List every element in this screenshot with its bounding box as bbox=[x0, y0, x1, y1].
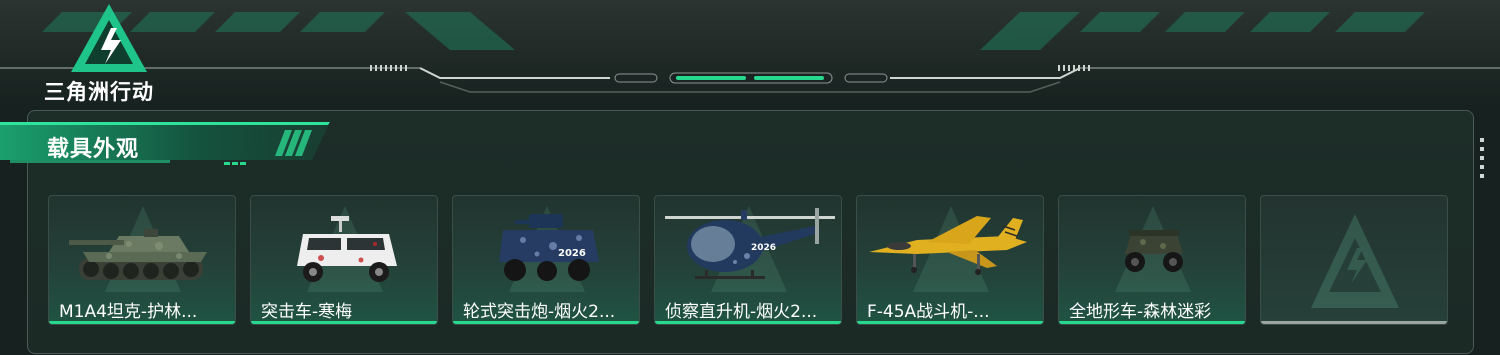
game-logo: 三角洲行动 bbox=[44, 2, 184, 104]
empty-slot-icon bbox=[1311, 214, 1399, 308]
vehicle-card-label: M1A4坦克-护林... bbox=[59, 302, 198, 322]
header-decoration bbox=[0, 12, 1500, 93]
svg-text:2026: 2026 bbox=[751, 243, 776, 253]
rarity-bar bbox=[453, 321, 639, 324]
wheeled-gun-icon: 2026 bbox=[499, 214, 599, 281]
atv-icon bbox=[1125, 230, 1183, 272]
vehicle-card-label: 全地形车-森林迷彩 bbox=[1069, 302, 1212, 322]
delta-logo-icon bbox=[71, 4, 147, 72]
rarity-bar bbox=[655, 321, 841, 324]
empty-slot-bar bbox=[1261, 321, 1447, 324]
svg-text:2026: 2026 bbox=[558, 248, 586, 259]
vehicle-card-label: 轮式突击炮-烟火2... bbox=[463, 302, 616, 322]
vehicle-card[interactable]: 2026 侦察直升机-烟火2... bbox=[654, 195, 842, 325]
rarity-bar bbox=[251, 321, 437, 324]
assault-vehicle-icon bbox=[297, 216, 397, 282]
header-bar: 三角洲行动 bbox=[0, 0, 1500, 108]
rarity-bar bbox=[857, 321, 1043, 324]
logo-text: 三角洲行动 bbox=[44, 80, 154, 104]
tank-icon bbox=[69, 229, 207, 280]
rarity-bar bbox=[1059, 321, 1245, 324]
rarity-bar bbox=[49, 321, 235, 324]
vehicle-card-list: M1A4坦克-护林... 突击车-寒梅 2026 轮式突击炮-烟火2... 20… bbox=[48, 195, 1450, 325]
vehicle-card[interactable]: 全地形车-森林迷彩 bbox=[1058, 195, 1246, 325]
vehicle-card[interactable]: 2026 轮式突击炮-烟火2... bbox=[452, 195, 640, 325]
helicopter-icon: 2026 bbox=[665, 208, 835, 279]
vehicle-card[interactable]: F-45A战斗机-... bbox=[856, 195, 1044, 325]
fighter-jet-icon bbox=[869, 216, 1027, 275]
vehicle-card-label: 侦察直升机-烟火2... bbox=[665, 302, 818, 322]
side-scroll-indicator bbox=[1480, 138, 1486, 182]
vehicle-card[interactable]: 突击车-寒梅 bbox=[250, 195, 438, 325]
vehicle-card-label: F-45A战斗机-... bbox=[867, 302, 990, 322]
vehicle-card-label: 突击车-寒梅 bbox=[261, 302, 353, 322]
vehicle-card[interactable]: M1A4坦克-护林... bbox=[48, 195, 236, 325]
empty-vehicle-slot[interactable] bbox=[1260, 195, 1448, 325]
section-title: 载具外观 bbox=[47, 137, 140, 162]
